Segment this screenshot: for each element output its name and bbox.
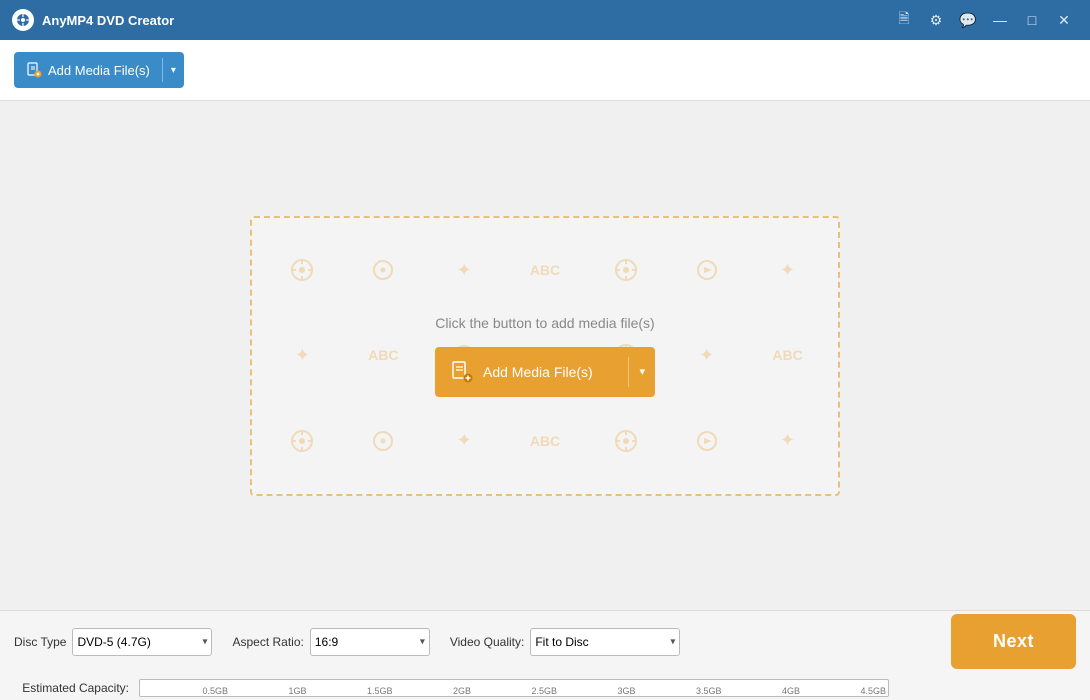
maximize-btn[interactable]: □ [1018,6,1046,34]
bg-icon-13: ✦ [666,313,747,398]
tick-3: 3GB [617,687,635,696]
disc-type-select[interactable]: DVD-5 (4.7G) DVD-9 (8.5G) BD-25 BD-50 [72,628,212,656]
bg-icon-16 [343,398,424,483]
toolbar: Add Media File(s) ▾ [0,40,1090,101]
settings-icon[interactable]: ⚙ [922,6,950,34]
tick-45: 4.5GB [860,687,886,696]
tick-4: 4GB [782,687,800,696]
bg-icon-18: ABC [505,398,586,483]
aspect-ratio-select-wrapper: 16:9 4:3 [310,628,430,656]
bg-icon-14: ABC [747,313,828,398]
bg-icon-17: ✦ [424,398,505,483]
add-media-dropdown-arrow[interactable]: ▾ [163,52,184,88]
next-button[interactable]: Next [951,614,1076,669]
window-controls: 🗎 ⚙ 💬 — □ ✕ [890,6,1078,34]
bottom-bar: Disc Type DVD-5 (4.7G) DVD-9 (8.5G) BD-2… [0,610,1090,700]
add-media-toolbar-label: Add Media File(s) [48,63,150,78]
drop-zone-content: Click the button to add media file(s) Ad… [435,315,655,397]
capacity-ticks: 0.5GB 1GB 1.5GB 2GB 2.5GB 3GB 3.5GB 4GB … [140,687,888,696]
bg-icon-20 [666,398,747,483]
video-quality-select-wrapper: Fit to Disc High Quality Standard Qualit… [530,628,680,656]
add-media-toolbar-main[interactable]: Add Media File(s) [14,52,162,88]
disc-type-label: Disc Type [14,635,66,649]
add-media-center-label: Add Media File(s) [483,364,593,380]
video-quality-label: Video Quality: [450,635,525,649]
tick-15: 1.5GB [367,687,393,696]
tick-05: 0.5GB [202,687,228,696]
aspect-ratio-label: Aspect Ratio: [232,635,303,649]
video-quality-group: Video Quality: Fit to Disc High Quality … [450,628,681,656]
bg-icon-2 [343,228,424,313]
aspect-ratio-select[interactable]: 16:9 4:3 [310,628,430,656]
bg-icon-9: ABC [343,313,424,398]
add-file-center-icon [451,361,473,383]
bg-icon-3: ✦ [424,228,505,313]
close-btn[interactable]: ✕ [1050,6,1078,34]
tick-2: 2GB [453,687,471,696]
add-media-center-button[interactable]: Add Media File(s) ▾ [435,347,655,397]
save-icon[interactable]: 🗎 [890,6,918,34]
bg-icon-1 [262,228,343,313]
bg-icon-5 [585,228,666,313]
bg-icon-7: ✦ [747,228,828,313]
app-title: AnyMP4 DVD Creator [42,13,890,28]
add-file-icon [26,62,42,78]
capacity-row: Estimated Capacity: 0.5GB 1GB 1.5GB 2GB … [14,679,1076,697]
bg-icon-19 [585,398,666,483]
add-media-toolbar-button[interactable]: Add Media File(s) ▾ [14,52,184,88]
bottom-controls: Disc Type DVD-5 (4.7G) DVD-9 (8.5G) BD-2… [14,614,1076,669]
minimize-btn[interactable]: — [986,6,1014,34]
tick-35: 3.5GB [696,687,722,696]
bg-icon-4: ABC [505,228,586,313]
feedback-icon[interactable]: 💬 [954,6,982,34]
aspect-ratio-group: Aspect Ratio: 16:9 4:3 [232,628,429,656]
add-media-center-arrow[interactable]: ▾ [629,347,655,397]
video-quality-select[interactable]: Fit to Disc High Quality Standard Qualit… [530,628,680,656]
app-logo [12,9,34,31]
bg-icon-15 [262,398,343,483]
bg-icon-6 [666,228,747,313]
bg-icon-8: ✦ [262,313,343,398]
disc-type-select-wrapper: DVD-5 (4.7G) DVD-9 (8.5G) BD-25 BD-50 [72,628,212,656]
drop-zone: ✦ ABC ✦ ✦ ABC [250,216,840,496]
title-bar: AnyMP4 DVD Creator 🗎 ⚙ 💬 — □ ✕ [0,0,1090,40]
disc-type-group: Disc Type DVD-5 (4.7G) DVD-9 (8.5G) BD-2… [14,628,212,656]
tick-25: 2.5GB [531,687,557,696]
estimated-capacity-label: Estimated Capacity: [14,681,129,695]
add-media-center-main[interactable]: Add Media File(s) [435,347,628,397]
main-content: ✦ ABC ✦ ✦ ABC [0,101,1090,610]
drop-zone-prompt: Click the button to add media file(s) [435,315,654,331]
capacity-bar: 0.5GB 1GB 1.5GB 2GB 2.5GB 3GB 3.5GB 4GB … [139,679,889,697]
tick-1: 1GB [288,687,306,696]
bg-icon-21: ✦ [747,398,828,483]
